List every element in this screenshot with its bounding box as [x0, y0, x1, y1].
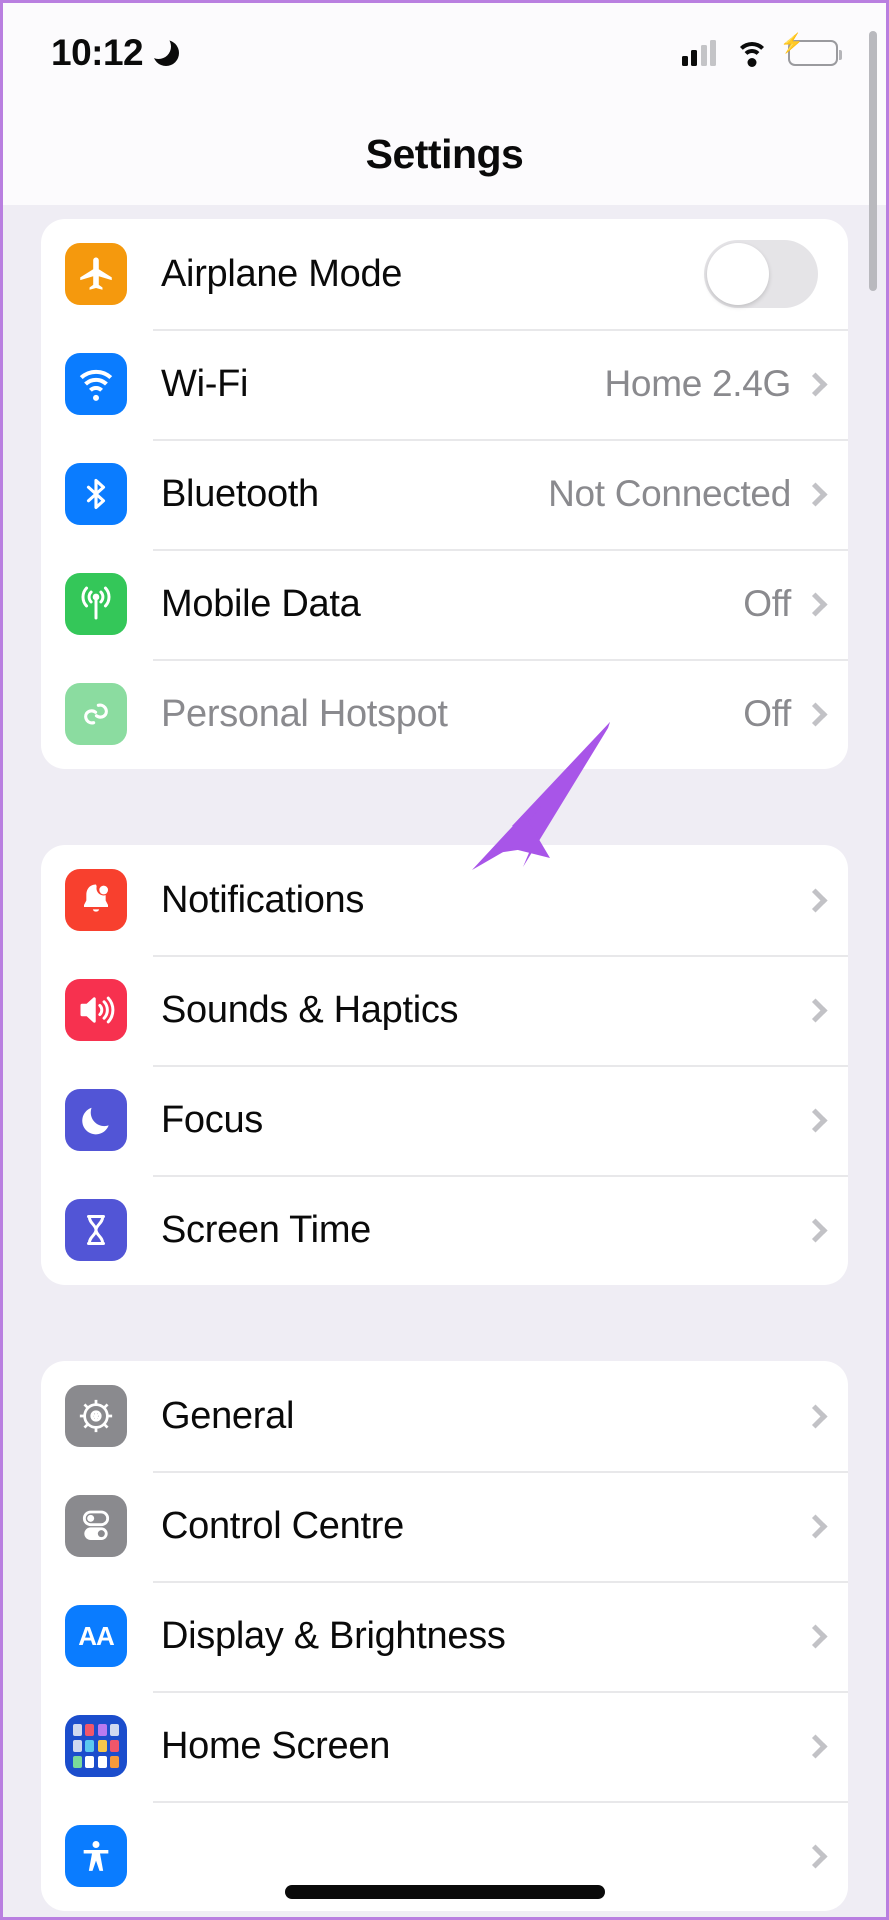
settings-row-sounds-haptics[interactable]: Sounds & Haptics [41, 955, 848, 1065]
system-group: General Control Centre AA Display & Brig… [41, 1361, 848, 1911]
settings-row-label: Display & Brightness [161, 1614, 506, 1657]
notifications-group: Notifications Sounds & Haptics Focus Scr… [41, 845, 848, 1285]
settings-row-control [803, 1733, 848, 1759]
settings-row-label: Focus [161, 1098, 263, 1141]
settings-row-focus[interactable]: Focus [41, 1065, 848, 1175]
settings-row-control [803, 1217, 848, 1243]
settings-row-control: Off [743, 693, 848, 735]
settings-row-value: Off [743, 583, 791, 624]
settings-row-label: Sounds & Haptics [161, 988, 459, 1031]
status-bar-left: 10:12 [51, 32, 180, 74]
accessibility-icon [65, 1825, 127, 1887]
airplane-mode-toggle[interactable] [704, 240, 818, 308]
settings-row-mobile-data[interactable]: Mobile Data Off [41, 549, 848, 659]
chevron-right-icon [803, 1513, 828, 1539]
settings-row-bluetooth[interactable]: Bluetooth Not Connected [41, 439, 848, 549]
settings-row-control [803, 997, 848, 1023]
settings-row-control [803, 1623, 848, 1649]
settings-row-control: Not Connected [548, 473, 848, 515]
status-bar-right: ⚡ [681, 35, 842, 67]
vertical-scrollbar[interactable] [869, 31, 877, 291]
settings-row-screen-time[interactable]: Screen Time [41, 1175, 848, 1285]
settings-row-label: Personal Hotspot [161, 692, 448, 735]
chevron-right-icon [803, 701, 828, 727]
battery-charging-icon: ⚡ [780, 35, 842, 66]
home-indicator [284, 1885, 605, 1899]
settings-row-home-screen[interactable]: Home Screen [41, 1691, 848, 1801]
speaker-waves-icon [65, 979, 127, 1041]
wifi-icon [735, 40, 769, 67]
settings-row-value: Home 2.4G [604, 363, 792, 404]
chevron-right-icon [803, 1217, 828, 1243]
do-not-disturb-moon-icon [146, 34, 180, 66]
settings-row-control: Home 2.4G [605, 363, 849, 405]
crescent-moon-icon [65, 1089, 127, 1151]
settings-row-label: Screen Time [161, 1208, 372, 1251]
chevron-right-icon [803, 1107, 828, 1133]
chevron-right-icon [803, 1403, 828, 1429]
hourglass-icon [65, 1199, 127, 1261]
phone-screen: 10:12 ⚡ Settings Airplane Mode Wi-Fi Hom… [0, 0, 889, 1920]
app-grid-icon [65, 1715, 127, 1777]
charging-bolt-icon: ⚡ [780, 33, 804, 55]
wifi-icon [65, 353, 127, 415]
chevron-right-icon [803, 1623, 828, 1649]
settings-row-control: Off [743, 583, 848, 625]
hotspot-link-icon [65, 683, 127, 745]
settings-row-label: Notifications [161, 878, 365, 921]
settings-row-general[interactable]: General [41, 1361, 848, 1471]
settings-row-control [803, 1107, 848, 1133]
page-title: Settings [365, 130, 524, 177]
bluetooth-icon [65, 463, 127, 525]
settings-row-control [803, 1403, 848, 1429]
status-bar: 10:12 ⚡ [3, 3, 886, 103]
gear-icon [65, 1385, 127, 1447]
settings-row-label: Bluetooth [161, 472, 319, 515]
toggles-icon [65, 1495, 127, 1557]
chevron-right-icon [803, 1843, 828, 1869]
settings-row-personal-hotspot[interactable]: Personal Hotspot Off [41, 659, 848, 769]
navigation-bar: Settings [3, 103, 886, 205]
cellular-bars-icon [681, 40, 716, 66]
chevron-right-icon [803, 997, 828, 1023]
settings-row-label: Mobile Data [161, 582, 361, 625]
chevron-right-icon [803, 591, 828, 617]
toggle-knob [707, 243, 769, 305]
settings-row-value: Off [743, 693, 791, 734]
settings-row-wifi[interactable]: Wi-Fi Home 2.4G [41, 329, 848, 439]
chevron-right-icon [803, 481, 828, 507]
settings-row-control [803, 1513, 848, 1539]
settings-row-label: Wi-Fi [161, 362, 249, 405]
settings-scroll-area[interactable]: Airplane Mode Wi-Fi Home 2.4G Bluetooth … [3, 205, 886, 1917]
airplane-icon [65, 243, 127, 305]
settings-row-value: Not Connected [548, 473, 791, 514]
settings-row-notifications[interactable]: Notifications [41, 845, 848, 955]
bell-icon [65, 869, 127, 931]
status-bar-clock: 10:12 [51, 32, 144, 73]
cellular-antenna-icon [65, 573, 127, 635]
text-size-aa-icon: AA [65, 1605, 127, 1667]
settings-row-airplane-mode[interactable]: Airplane Mode [41, 219, 848, 329]
settings-row-display-brightness[interactable]: AA Display & Brightness [41, 1581, 848, 1691]
settings-row-label: General [161, 1394, 295, 1437]
settings-row-control [803, 887, 848, 913]
settings-row-control [803, 1843, 848, 1869]
aa-glyph: AA [78, 1620, 115, 1651]
app-grid-dots [65, 1715, 127, 1777]
settings-row-control-centre[interactable]: Control Centre [41, 1471, 848, 1581]
chevron-right-icon [803, 887, 828, 913]
settings-row-label: Home Screen [161, 1724, 391, 1767]
settings-row-label: Control Centre [161, 1504, 404, 1547]
chevron-right-icon [803, 1733, 828, 1759]
settings-row-control [704, 240, 848, 308]
chevron-right-icon [803, 371, 828, 397]
connectivity-group: Airplane Mode Wi-Fi Home 2.4G Bluetooth … [41, 219, 848, 769]
settings-row-label: Airplane Mode [161, 252, 403, 295]
